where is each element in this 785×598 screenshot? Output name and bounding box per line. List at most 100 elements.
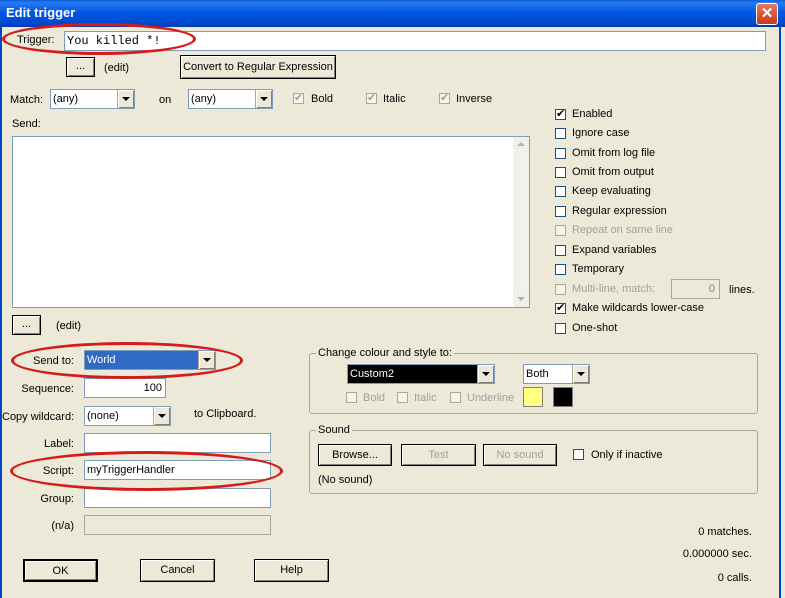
option-checkbox[interactable]	[555, 323, 566, 334]
na-label: (n/a)	[51, 520, 74, 532]
ok-button[interactable]: OK	[23, 559, 98, 582]
only-inactive-checkbox[interactable]	[573, 449, 584, 460]
label-input[interactable]	[84, 433, 271, 453]
send-to-label: Send to:	[33, 355, 74, 367]
match-bold-checkbox[interactable]	[293, 91, 304, 104]
option-label: Temporary	[572, 263, 624, 275]
chevron-down-icon[interactable]	[477, 365, 494, 383]
option-checkbox[interactable]	[555, 167, 566, 178]
trigger-edit-button[interactable]: ...	[66, 57, 95, 77]
sound-group-title: Sound	[316, 424, 352, 436]
trigger-input[interactable]: You killed *!	[64, 31, 766, 51]
only-inactive-label: Only if inactive	[591, 449, 663, 461]
match-fg-value: (any)	[53, 93, 79, 105]
both-value: Both	[526, 368, 549, 380]
option-label: Omit from output	[572, 166, 654, 178]
colour-underline-label: Underline	[467, 392, 515, 404]
option-checkbox[interactable]	[555, 107, 566, 120]
send-edit-button[interactable]: ...	[12, 315, 41, 335]
scroll-up-icon[interactable]	[513, 137, 529, 153]
send-scrollbar[interactable]	[513, 137, 529, 307]
match-italic-label: Italic	[383, 93, 406, 105]
sound-status: (No sound)	[318, 474, 373, 486]
match-bg-value: (any)	[191, 93, 217, 105]
match-inverse-label: Inverse	[456, 93, 493, 105]
option-label: Multi-line, match:	[572, 283, 656, 295]
chevron-down-icon[interactable]	[117, 90, 134, 108]
browse-button[interactable]: Browse...	[318, 444, 392, 466]
close-icon[interactable]: ✕	[756, 3, 778, 25]
option-checkbox[interactable]	[555, 225, 566, 236]
script-input[interactable]: myTriggerHandler	[84, 460, 271, 480]
colour-select[interactable]: Custom2	[347, 364, 495, 384]
trigger-label: Trigger:	[17, 34, 55, 46]
option-checkbox[interactable]	[555, 284, 566, 295]
no-sound-button[interactable]: No sound	[483, 444, 557, 466]
send-to-value: World	[87, 354, 116, 366]
option-label: Enabled	[572, 108, 613, 120]
calls-count: 0 calls.	[717, 572, 752, 584]
option-label: Keep evaluating	[572, 185, 651, 197]
option-checkbox[interactable]	[555, 206, 566, 217]
colour-bold-label: Bold	[363, 392, 386, 404]
label-field-label: Label:	[44, 438, 74, 450]
send-textarea[interactable]	[12, 136, 530, 308]
match-bold-label: Bold	[311, 93, 334, 105]
option-label: Regular expression	[572, 205, 667, 217]
cancel-button[interactable]: Cancel	[140, 559, 215, 582]
title-bar	[0, 0, 785, 27]
chevron-down-icon[interactable]	[153, 407, 170, 425]
foreground-swatch[interactable]	[523, 387, 543, 407]
option-label: Ignore case	[572, 127, 630, 139]
group-input[interactable]	[84, 488, 271, 508]
window-title: Edit trigger	[6, 5, 76, 20]
sequence-input[interactable]: 100	[84, 378, 166, 398]
option-checkbox[interactable]	[555, 245, 566, 256]
matches-count: 0 matches.	[698, 526, 752, 538]
na-input	[84, 515, 271, 535]
colour-italic-label: Italic	[414, 392, 437, 404]
option-label: One-shot	[572, 322, 618, 334]
option-checkbox[interactable]	[555, 186, 566, 197]
sequence-label: Sequence:	[21, 383, 74, 395]
chevron-down-icon[interactable]	[255, 90, 272, 108]
match-time: 0.000000 sec.	[682, 548, 752, 560]
send-edit-label: (edit)	[56, 320, 82, 332]
convert-regex-button[interactable]: Convert to Regular Expression	[180, 55, 336, 79]
chevron-down-icon[interactable]	[572, 365, 589, 383]
group-label: Group:	[40, 493, 74, 505]
option-checkbox[interactable]	[555, 264, 566, 275]
copy-wildcard-select[interactable]: (none)	[84, 406, 171, 426]
test-button[interactable]: Test	[401, 444, 476, 466]
option-label: Expand variables	[572, 244, 657, 256]
option-label: Omit from log file	[572, 147, 656, 159]
match-label: Match:	[10, 94, 44, 106]
chevron-down-icon[interactable]	[198, 351, 215, 369]
colour-underline-checkbox[interactable]	[450, 392, 461, 403]
match-italic-checkbox[interactable]	[366, 91, 377, 104]
copy-wildcard-value: (none)	[87, 410, 119, 422]
option-label: Repeat on same line	[572, 224, 673, 236]
trigger-edit-label: (edit)	[104, 62, 130, 74]
scroll-down-icon[interactable]	[513, 291, 529, 307]
both-select[interactable]: Both	[523, 364, 590, 384]
option-checkbox[interactable]	[555, 301, 566, 314]
colour-bold-checkbox[interactable]	[346, 392, 357, 403]
match-fg-select[interactable]: (any)	[50, 89, 135, 109]
match-inverse-checkbox[interactable]	[439, 91, 450, 104]
send-to-select[interactable]: World	[84, 350, 216, 370]
multiline-lines-input[interactable]: 0	[671, 279, 720, 299]
option-checkbox[interactable]	[555, 128, 566, 139]
copy-wildcard-label: Copy wildcard:	[2, 411, 75, 423]
copy-wildcard-suffix: to Clipboard.	[194, 408, 257, 420]
multiline-lines-label: lines.	[729, 284, 755, 296]
script-label: Script:	[42, 465, 74, 477]
send-label: Send:	[12, 118, 41, 130]
background-swatch[interactable]	[553, 387, 573, 407]
option-label: Make wildcards lower-case	[572, 302, 705, 314]
option-checkbox[interactable]	[555, 148, 566, 159]
help-button[interactable]: Help	[254, 559, 329, 582]
match-bg-select[interactable]: (any)	[188, 89, 273, 109]
colour-italic-checkbox[interactable]	[397, 392, 408, 403]
colour-group-title: Change colour and style to:	[316, 347, 454, 359]
